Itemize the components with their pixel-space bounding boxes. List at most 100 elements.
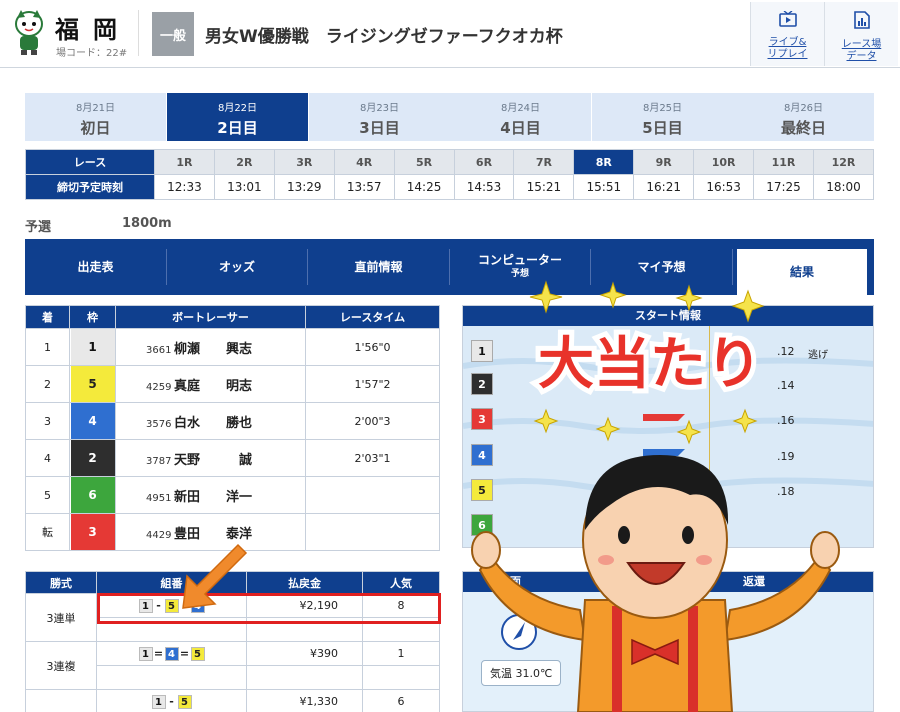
race-tab-10[interactable]: 10R — [693, 149, 755, 175]
venue-name: 福岡 — [55, 16, 131, 44]
result-row: 2 5 4259 真庭 明志 1'57"2 — [25, 365, 440, 403]
rank: 転 — [25, 513, 70, 551]
grade-badge: 一般 — [152, 12, 194, 56]
race-time — [305, 513, 440, 551]
nav-label: オッズ — [218, 260, 255, 274]
day-date: 8月25日 — [642, 103, 683, 114]
venue-data-button[interactable]: レース場 データ — [824, 2, 898, 66]
col-popularity: 人気 — [362, 571, 440, 594]
racer-number: 4429 — [146, 529, 172, 541]
racer-cell[interactable]: 3661 柳瀬 興志 — [115, 328, 306, 366]
winning-highlight-box — [97, 593, 441, 624]
race-tab-3[interactable]: 3R — [273, 149, 335, 175]
day-tab-6[interactable]: 8月26日 最終日 — [733, 93, 874, 141]
day-date: 8月26日 — [783, 103, 824, 114]
racer-name: 白水 勝也 — [174, 415, 253, 431]
nav-pre-race-info[interactable]: 直前情報 — [308, 249, 450, 285]
race-time: 2'00"3 — [305, 402, 440, 440]
race-tab-12[interactable]: 12R — [812, 149, 875, 175]
start-timing: .19 — [777, 450, 795, 463]
race-header: レース — [25, 149, 155, 175]
combo-badge: 1 — [151, 694, 166, 709]
nav-sublabel: 予想 — [510, 269, 529, 279]
lane-badge: 6 — [70, 477, 115, 513]
start-timing: .12 — [777, 345, 795, 358]
race-tab-2[interactable]: 2R — [213, 149, 275, 175]
nav-entry-list[interactable]: 出走表 — [25, 249, 167, 285]
nav-computer-prediction[interactable]: コンピューター 予想 — [450, 249, 591, 285]
combo-sep: - — [169, 694, 174, 708]
deadline-time: 15:51 — [573, 174, 635, 200]
payout-row: 1-5 ¥1,330 6 — [25, 689, 440, 712]
day-name: 3日目 — [359, 119, 400, 137]
race-tab-11[interactable]: 11R — [753, 149, 814, 175]
racer-number: 4259 — [146, 381, 172, 393]
live-replay-button[interactable]: ライブ& リプレイ — [750, 2, 824, 66]
racer-name: 天野 誠 — [174, 452, 253, 468]
day-tab-2[interactable]: 8月22日 2日目 — [167, 93, 308, 141]
combo-badge: 5 — [190, 646, 205, 661]
start-lane-badge: 6 — [471, 514, 493, 536]
race-distance: 1800m — [122, 216, 172, 231]
results-table: 着 枠 ボートレーサー レースタイム 1 1 3661 柳瀬 興志 1'56"0 … — [25, 305, 440, 551]
racer-name: 新田 洋一 — [174, 489, 253, 505]
deadline-time: 13:01 — [213, 174, 275, 200]
day-name: 初日 — [80, 119, 111, 137]
day-tab-5[interactable]: 8月25日 5日目 — [592, 93, 733, 141]
col-lane: 枠 — [69, 305, 116, 329]
refund-title: 返還 — [743, 575, 765, 588]
boat-3-icon — [643, 414, 685, 421]
start-line — [709, 326, 710, 547]
racer-cell[interactable]: 4259 真庭 明志 — [115, 365, 306, 403]
day-tab-3[interactable]: 8月23日 3日目 — [309, 93, 450, 141]
chart-doc-icon — [853, 11, 870, 29]
racer-cell[interactable]: 4951 新田 洋一 — [115, 476, 306, 514]
bet-type: 3連単 — [25, 593, 97, 642]
race-tab-1[interactable]: 1R — [154, 149, 215, 175]
payout-amount: ¥390 — [246, 641, 363, 666]
race-tab-7[interactable]: 7R — [513, 149, 575, 175]
day-name: 4日目 — [500, 119, 541, 137]
combo-sep: = — [153, 646, 164, 660]
start-info-title: スタート情報 — [463, 306, 873, 326]
race-tab-9[interactable]: 9R — [633, 149, 695, 175]
racer-name: 柳瀬 興志 — [174, 341, 253, 357]
racer-cell[interactable]: 4429 豊田 泰洋 — [115, 513, 306, 551]
combination: 1-5 — [96, 689, 247, 712]
day-date: 8月21日 — [75, 103, 116, 114]
race-time — [305, 476, 440, 514]
combo-badge: 5 — [177, 694, 192, 709]
nav-my-prediction[interactable]: マイ予想 — [591, 249, 733, 285]
nav-odds[interactable]: オッズ — [167, 249, 308, 285]
start-timing: .14 — [777, 379, 795, 392]
rank: 4 — [25, 439, 70, 477]
col-rank: 着 — [25, 305, 70, 329]
result-row: 4 2 3787 天野 誠 2'03"1 — [25, 439, 440, 477]
combo-sep: = — [179, 646, 190, 660]
nav-results[interactable]: 結果 — [737, 249, 867, 295]
day-tab-1[interactable]: 8月21日初日 — [25, 93, 166, 141]
race-info-nav: 出走表 オッズ 直前情報 コンピューター 予想 マイ予想 結果 — [25, 239, 874, 295]
combination: 1 = 4 = 5 — [96, 641, 247, 666]
lane-badge: 1 — [70, 329, 115, 365]
race-tab-4[interactable]: 4R — [333, 149, 395, 175]
deadline-time: 16:21 — [633, 174, 695, 200]
day-date: 8月22日 — [217, 103, 258, 114]
race-tab-8[interactable]: 8R — [573, 149, 635, 175]
kimarite: 逃げ — [808, 350, 828, 361]
nav-label: 結果 — [789, 265, 814, 279]
race-title: 男女W優勝戦 ライジングゼファーフクオカ杯 — [205, 27, 563, 47]
day-tab-4[interactable]: 8月24日 4日目 — [450, 93, 591, 141]
deadline-time: 16:53 — [693, 174, 755, 200]
venue-data-label: レース場 データ — [841, 39, 882, 62]
race-tab-6[interactable]: 6R — [453, 149, 515, 175]
race-schedule-table: レース 1R 2R 3R 4R 5R 6R 7R 8R 9R 10R 11R 1… — [25, 149, 875, 200]
racer-number: 3787 — [146, 455, 172, 467]
water-conditions-panel: 水面 返還 N 気温 31.0℃ — [462, 571, 874, 712]
racer-number: 4951 — [146, 492, 172, 504]
racer-cell[interactable]: 3787 天野 誠 — [115, 439, 306, 477]
race-tab-5[interactable]: 5R — [393, 149, 455, 175]
col-combination: 組番 — [96, 571, 247, 594]
lane-badge: 3 — [70, 514, 115, 550]
racer-cell[interactable]: 3576 白水 勝也 — [115, 402, 306, 440]
